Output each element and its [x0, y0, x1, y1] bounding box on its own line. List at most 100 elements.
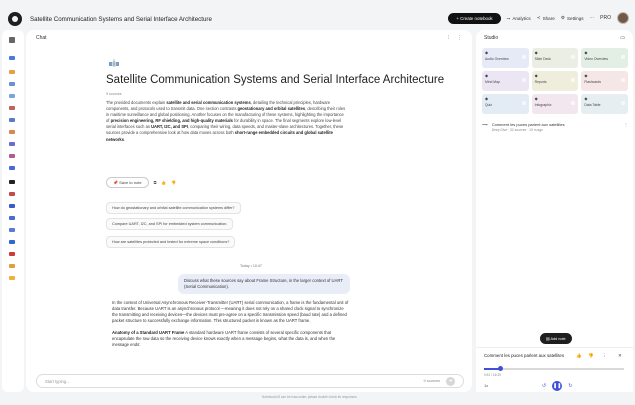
text-span: . [123, 136, 126, 142]
chat-input-placeholder: Start typing... [45, 378, 70, 384]
edit-icon[interactable] [621, 101, 625, 105]
more-vert-icon[interactable]: ⋮ [624, 122, 628, 127]
source-icon[interactable] [9, 130, 15, 134]
source-icon[interactable] [9, 276, 15, 280]
notebook-title[interactable]: Satellite Communication Systems and Seri… [30, 16, 212, 23]
copy-icon[interactable]: ⧉ [154, 180, 157, 185]
chat-options-icon[interactable]: ⫶ [448, 35, 449, 41]
tile-label: Video Overview [584, 57, 609, 61]
source-icon[interactable] [9, 216, 15, 220]
source-icon[interactable] [9, 166, 15, 170]
edit-icon[interactable] [621, 78, 625, 82]
source-icon[interactable] [9, 240, 15, 244]
studio-tile[interactable]: ◆ Video Overview [581, 48, 628, 68]
chat-header-title: Chat [36, 35, 47, 41]
edit-icon[interactable] [571, 78, 576, 82]
add-source-icon[interactable] [9, 56, 15, 60]
satellite-emoji-icon [109, 59, 119, 67]
more-vert-icon[interactable]: ⋮ [457, 35, 462, 41]
tile-icon: ◆ [584, 73, 588, 78]
source-icon[interactable] [9, 204, 15, 208]
pro-badge: PRO [600, 15, 611, 21]
avatar[interactable] [617, 12, 629, 24]
studio-title: Studio [484, 35, 499, 41]
studio-tile[interactable]: ◆ Audio Overview [482, 48, 529, 68]
suggested-question[interactable]: How are satellites protected and tested … [106, 236, 236, 248]
edit-icon[interactable] [521, 55, 526, 59]
share-label: Share [542, 15, 555, 21]
source-icon[interactable] [9, 118, 15, 122]
edit-icon[interactable] [571, 55, 576, 59]
edit-icon[interactable] [521, 101, 526, 105]
edit-icon[interactable] [621, 55, 625, 59]
edit-icon[interactable] [571, 101, 576, 105]
studio-tile[interactable]: ◆ Flashcards [581, 71, 628, 91]
tile-label: Mind Map [485, 80, 500, 84]
tile-icon: ◆ [485, 73, 489, 78]
thumbs-down-icon[interactable]: 👎 [171, 180, 176, 185]
tile-label: Quiz [485, 103, 492, 107]
source-icon[interactable] [9, 192, 15, 196]
source-icon[interactable] [9, 180, 15, 184]
playback-speed[interactable]: 1x [484, 383, 488, 388]
player-progress-bar[interactable] [484, 366, 624, 371]
generated-audio-item[interactable]: ⟶ Comment les puces parlent aux satellit… [482, 122, 628, 132]
source-icon[interactable] [9, 252, 15, 256]
settings-button[interactable]: ⚙ Settings [561, 15, 584, 21]
user-message: Discuss what these sources say about Fra… [178, 274, 350, 294]
more-vert-icon[interactable]: ⋮ [602, 353, 607, 359]
share-button[interactable]: ≺ Share [537, 15, 555, 21]
save-to-note-label: Save to note [119, 180, 142, 185]
bold-text: satellite and serial communication syste… [166, 100, 251, 105]
source-icon[interactable] [9, 106, 15, 110]
chat-input[interactable]: Start typing... 9 sources ➜ [36, 374, 464, 388]
studio-tile[interactable]: ◆ Infographic [531, 94, 579, 114]
sources-panel-collapsed [2, 30, 24, 392]
studio-header: Studio ▭ [476, 30, 633, 46]
source-icon[interactable] [9, 142, 15, 146]
source-icon[interactable] [9, 94, 15, 98]
collapse-panel-icon[interactable]: ▭ [620, 35, 625, 41]
edit-icon[interactable] [521, 78, 526, 82]
analytics-button[interactable]: ⤳ Analytics [507, 16, 531, 21]
audio-item-meta: Deep Dive · 32 sources · 10 m ago [491, 128, 543, 132]
source-icon[interactable] [9, 228, 15, 232]
save-to-note-button[interactable]: 📌 Save to note [106, 177, 149, 188]
source-icon[interactable] [9, 70, 15, 74]
add-note-button[interactable]: ▤ Add note [540, 333, 572, 344]
source-icon[interactable] [9, 154, 15, 158]
studio-tile[interactable]: ◆ Data Table [581, 94, 628, 114]
suggested-question[interactable]: How do geostationary and orbital satelli… [106, 202, 241, 214]
studio-tile[interactable]: ◆ Quiz [482, 94, 529, 114]
chat-panel: Chat ⫶ ⋮ Satellite Communication Systems … [26, 30, 472, 392]
notebook-summary: The provided documents explain satellite… [106, 100, 346, 143]
bold-text: precision engineering, RF shielding, and… [110, 118, 233, 124]
bold-text: Anatomy of a Standard UART Frame [112, 330, 185, 335]
collapse-panel-icon[interactable] [9, 37, 15, 43]
thumbs-down-icon[interactable]: 👎 [588, 353, 594, 359]
tile-label: Flashcards [584, 80, 601, 84]
pause-button[interactable]: ❚❚ [552, 381, 563, 391]
create-notebook-button[interactable]: + Create notebook [448, 12, 501, 24]
source-icon[interactable] [9, 264, 15, 268]
rewind-icon[interactable]: ↺ [542, 383, 546, 389]
share-icon: ≺ [536, 15, 541, 20]
app-logo-icon[interactable] [8, 12, 22, 26]
studio-tile[interactable]: ◆ Reports [531, 71, 579, 91]
send-button[interactable]: ➜ [446, 376, 455, 386]
player-progress-handle[interactable] [498, 366, 504, 371]
thumbs-up-icon[interactable]: 👍 [161, 180, 166, 185]
audio-item-title: Comment les puces parlent aux satellites [491, 122, 565, 127]
tile-label: Reports [534, 80, 547, 84]
tile-label: Data Table [584, 103, 601, 107]
close-icon[interactable]: ✕ [618, 353, 622, 359]
suggested-question[interactable]: Compare UART, I2C, and SPI for embedded … [106, 218, 234, 230]
audio-item-text: Comment les puces parlent aux satellites… [492, 122, 565, 132]
thumbs-up-icon[interactable]: 👍 [576, 353, 582, 359]
source-icon[interactable] [9, 82, 15, 86]
apps-grid-icon[interactable]: ⋯ [590, 15, 595, 21]
studio-tile[interactable]: ◆ Mind Map [482, 71, 529, 91]
studio-tile[interactable]: ◆ Slide Deck [531, 48, 579, 68]
forward-icon[interactable]: ↻ [568, 383, 572, 389]
gear-icon: ⚙ [560, 15, 565, 20]
